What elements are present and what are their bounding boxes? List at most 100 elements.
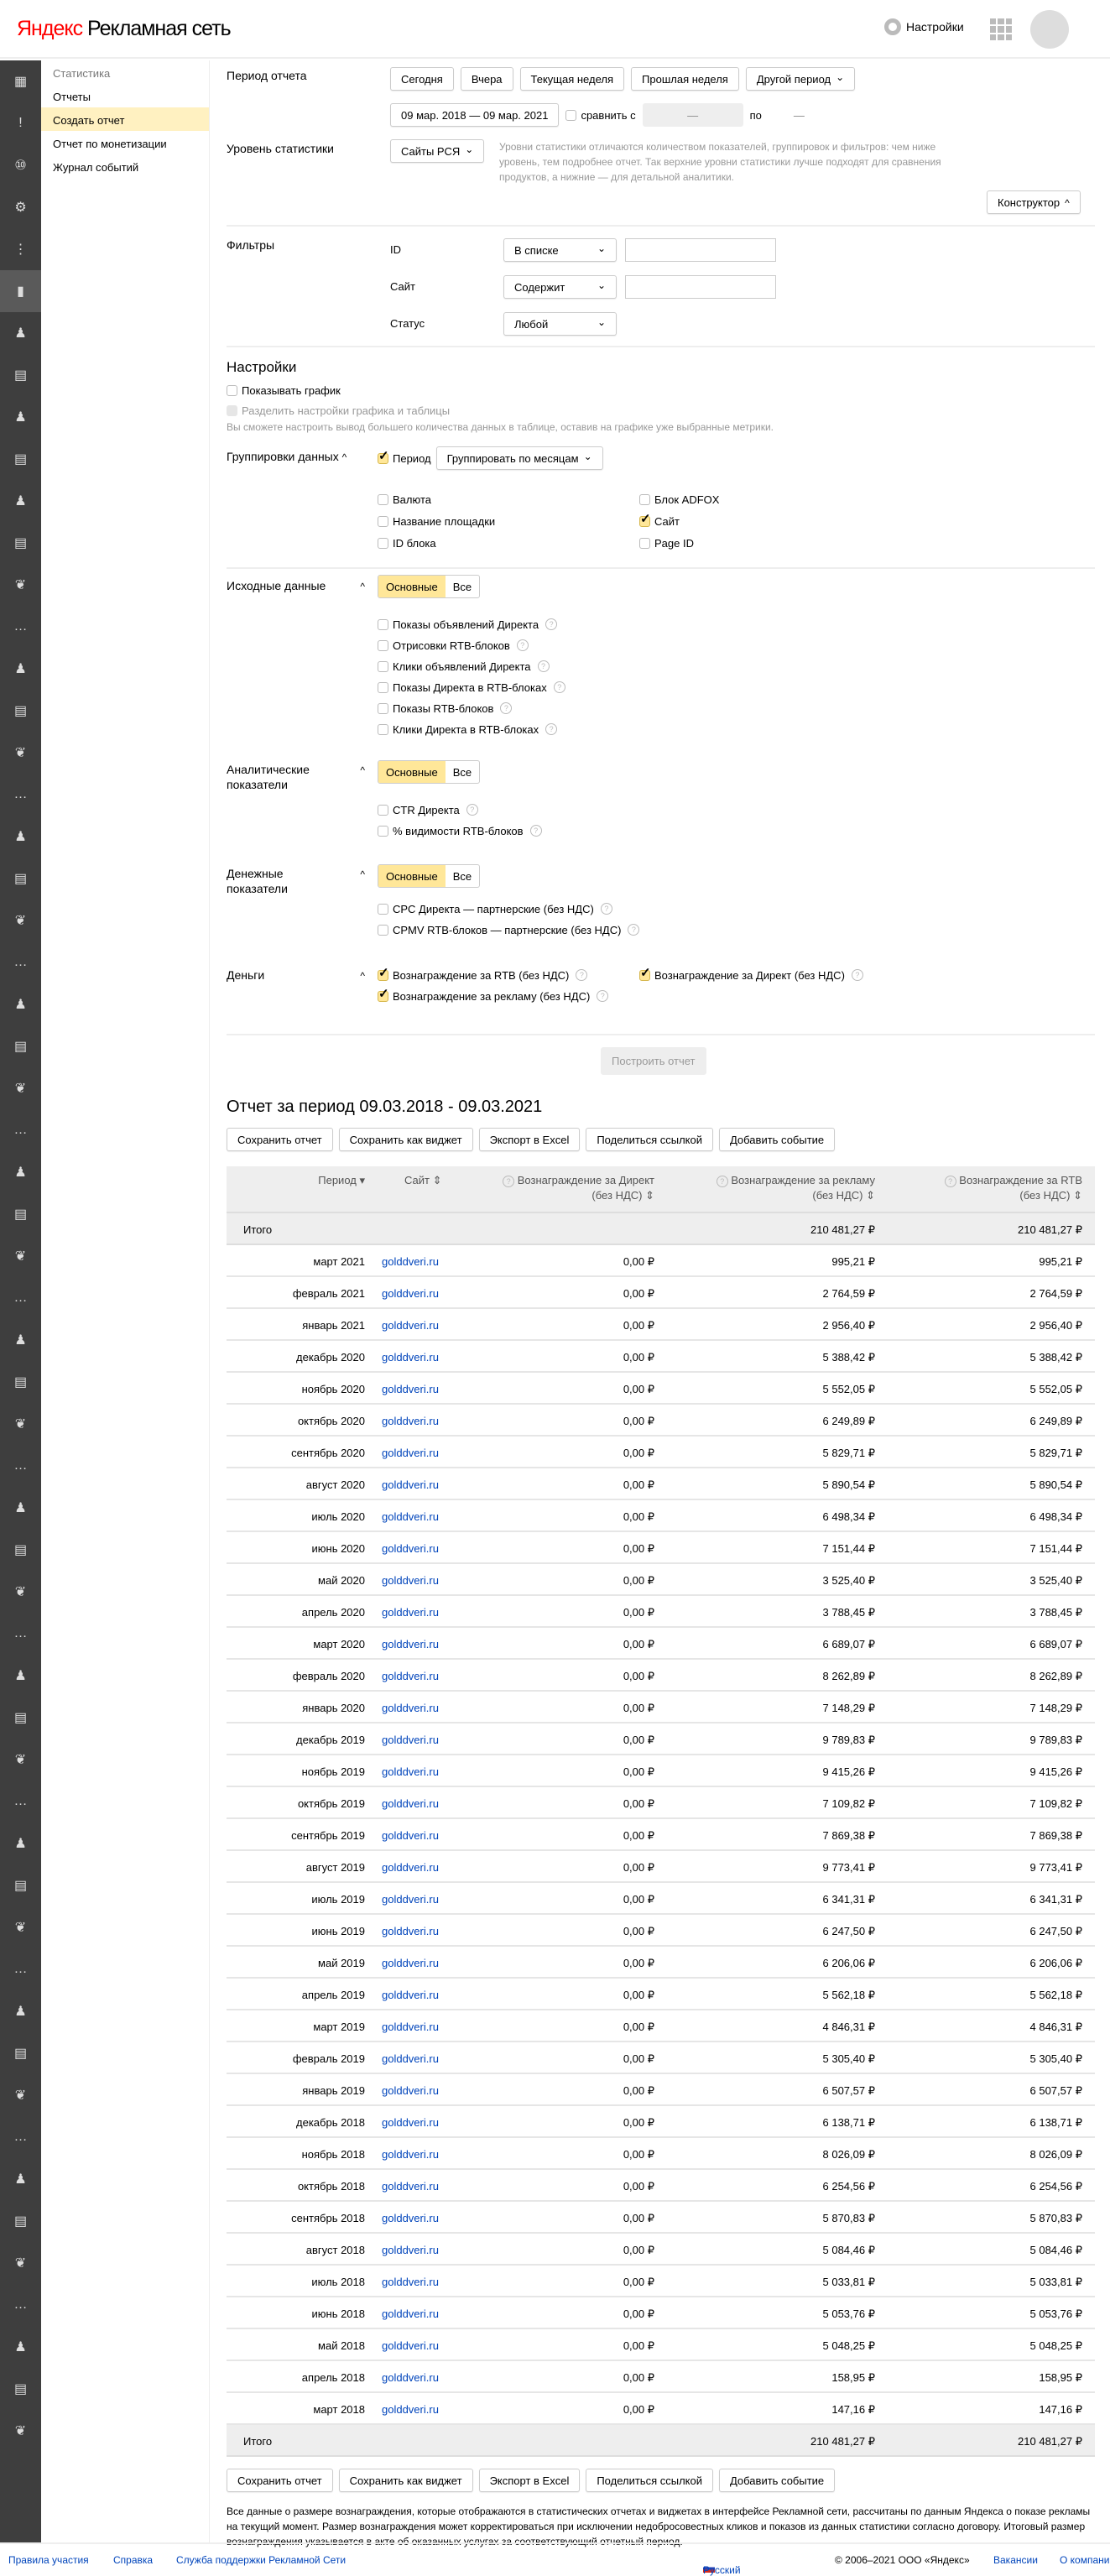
document-icon[interactable]: ▤ xyxy=(0,1361,41,1403)
analytics-main-tab[interactable]: Основные xyxy=(378,761,446,783)
analytics-metric-checkbox[interactable]: % видимости RTB-блоков? xyxy=(378,821,542,840)
leaf-icon[interactable]: ❦ xyxy=(0,1067,41,1109)
more-icon[interactable]: … xyxy=(0,1948,41,1990)
group-period-checkbox[interactable]: Период xyxy=(378,448,431,467)
leaf-icon[interactable]: ❦ xyxy=(0,1403,41,1445)
help-icon[interactable]: ? xyxy=(545,723,558,735)
group-place-name-checkbox[interactable]: Название площадки xyxy=(378,512,495,530)
source-main-tab[interactable]: Основные xyxy=(378,576,446,597)
help-icon[interactable]: ? xyxy=(944,1176,956,1187)
compare-to-field[interactable]: — xyxy=(794,109,805,122)
cell-site[interactable]: golddveri.ru xyxy=(382,1574,439,1587)
leaf-icon[interactable]: ❦ xyxy=(0,732,41,774)
save-widget-button[interactable]: Сохранить как виджет xyxy=(338,1128,473,1151)
settings-link[interactable]: Настройки xyxy=(884,18,964,35)
source-label[interactable]: Исходные данные xyxy=(227,579,365,592)
cell-site[interactable]: golddveri.ru xyxy=(382,1638,439,1650)
person-icon[interactable]: ♟ xyxy=(0,2158,41,2200)
logo[interactable]: Яндекс Рекламная сеть xyxy=(17,17,232,41)
money-metric-checkbox[interactable]: CPMV RTB-блоков — партнерские (без НДС)? xyxy=(378,920,640,939)
bulb-icon[interactable]: ! xyxy=(0,102,41,144)
footer-about-link[interactable]: О компании xyxy=(1060,2554,1110,2566)
cell-site[interactable]: golddveri.ru xyxy=(382,1542,439,1555)
period-yesterday-button[interactable]: Вчера xyxy=(460,67,513,91)
help-icon[interactable]: ? xyxy=(503,1176,515,1187)
cell-site[interactable]: golddveri.ru xyxy=(382,2148,439,2161)
document-icon[interactable]: ▤ xyxy=(0,858,41,900)
footer-rules-link[interactable]: Правила участия xyxy=(8,2554,89,2566)
cell-site[interactable]: golddveri.ru xyxy=(382,2403,439,2416)
nav-item-reports[interactable]: Отчеты xyxy=(41,84,209,107)
export-excel-button[interactable]: Экспорт в Excel xyxy=(478,1128,581,1151)
cell-site[interactable]: golddveri.ru xyxy=(382,1255,439,1268)
person-icon[interactable]: ♟ xyxy=(0,1655,41,1697)
filter-site-operator[interactable]: Содержит xyxy=(503,275,617,299)
analytics-toggle[interactable]: Основные Все xyxy=(378,760,481,784)
filter-id-input[interactable] xyxy=(625,238,776,262)
cell-site[interactable]: golddveri.ru xyxy=(382,2021,439,2033)
col-period-header[interactable]: Период ▾ xyxy=(318,1173,365,1188)
filter-status-dropdown[interactable]: Любой xyxy=(503,312,617,336)
cell-site[interactable]: golddveri.ru xyxy=(382,2307,439,2320)
cell-site[interactable]: golddveri.ru xyxy=(382,1447,439,1459)
cell-site[interactable]: golddveri.ru xyxy=(382,1765,439,1778)
build-report-button[interactable]: Построить отчет xyxy=(601,1047,706,1075)
split-icon[interactable]: ⋮ xyxy=(0,228,41,270)
show-chart-checkbox[interactable]: Показывать график xyxy=(227,381,341,399)
cell-site[interactable]: golddveri.ru xyxy=(382,1989,439,2001)
more-icon[interactable]: … xyxy=(0,1109,41,1151)
col-site-header[interactable]: Сайт ⇕ xyxy=(404,1173,442,1188)
col-rtb-header[interactable]: ? Вознаграждение за RTB (без НДС) ⇕ xyxy=(942,1173,1082,1203)
money-metrics-label[interactable]: Денежные показатели xyxy=(227,866,365,896)
money-label[interactable]: Деньги xyxy=(227,968,365,982)
more-icon[interactable]: … xyxy=(0,1781,41,1822)
document-icon[interactable]: ▤ xyxy=(0,438,41,480)
help-icon[interactable]: ? xyxy=(466,804,478,816)
leaf-icon[interactable]: ❦ xyxy=(0,564,41,606)
period-this-week-button[interactable]: Текущая неделя xyxy=(519,67,625,91)
cell-site[interactable]: golddveri.ru xyxy=(382,1702,439,1714)
group-adfox-checkbox[interactable]: Блок ADFOX xyxy=(639,490,719,508)
nav-item-events-log[interactable]: Журнал событий xyxy=(41,154,209,178)
source-all-tab[interactable]: Все xyxy=(446,576,479,597)
cell-site[interactable]: golddveri.ru xyxy=(382,2244,439,2256)
person-icon[interactable]: ♟ xyxy=(0,1151,41,1193)
period-last-week-button[interactable]: Прошлая неделя xyxy=(631,67,739,91)
cell-site[interactable]: golddveri.ru xyxy=(382,1510,439,1523)
document-icon[interactable]: ▤ xyxy=(0,1529,41,1571)
export-excel-button[interactable]: Экспорт в Excel xyxy=(478,2469,581,2492)
share-link-button[interactable]: Поделиться ссылкой xyxy=(586,1128,713,1151)
level-dropdown[interactable]: Сайты РСЯ xyxy=(390,139,485,163)
analytics-metric-checkbox[interactable]: CTR Директа? xyxy=(378,800,542,819)
leaf-icon[interactable]: ❦ xyxy=(0,2074,41,2116)
money-metrics-main-tab[interactable]: Основные xyxy=(378,865,446,887)
col-direct-header[interactable]: ? Вознаграждение за Директ (без НДС) ⇕ xyxy=(500,1173,654,1203)
person-icon[interactable]: ♟ xyxy=(0,648,41,690)
source-toggle[interactable]: Основные Все xyxy=(378,575,481,598)
help-icon[interactable]: ? xyxy=(545,618,558,630)
more-icon[interactable]: … xyxy=(0,774,41,816)
more-icon[interactable]: … xyxy=(0,1277,41,1319)
footer-help-link[interactable]: Справка xyxy=(113,2554,153,2566)
grouping-label[interactable]: Группировки данных xyxy=(227,450,347,463)
more-icon[interactable]: … xyxy=(0,606,41,648)
document-icon[interactable]: ▤ xyxy=(0,354,41,396)
cell-site[interactable]: golddveri.ru xyxy=(382,2084,439,2097)
period-other-dropdown[interactable]: Другой период xyxy=(745,67,856,91)
cell-site[interactable]: golddveri.ru xyxy=(382,1925,439,1937)
add-event-button[interactable]: Добавить событие xyxy=(718,1128,836,1151)
money-direct-checkbox[interactable]: Вознаграждение за Директ (без НДС)? xyxy=(639,965,863,984)
col-ad-header[interactable]: ? Вознаграждение за рекламу (без НДС) ⇕ xyxy=(714,1173,875,1203)
help-icon[interactable]: ? xyxy=(553,681,565,693)
person-icon[interactable]: ♟ xyxy=(0,1487,41,1529)
more-icon[interactable]: … xyxy=(0,1445,41,1487)
filter-site-input[interactable] xyxy=(625,275,776,299)
person-icon[interactable]: ♟ xyxy=(0,1822,41,1864)
group-site-checkbox[interactable]: Сайт xyxy=(639,511,719,530)
help-icon[interactable]: ? xyxy=(529,825,542,837)
money-ad-checkbox[interactable]: Вознаграждение за рекламу (без НДС)? xyxy=(378,986,609,1005)
dashboard-icon[interactable]: ▦ xyxy=(0,60,41,102)
source-metric-checkbox[interactable]: Отрисовки RTB-блоков? xyxy=(378,636,565,654)
cell-site[interactable]: golddveri.ru xyxy=(382,1415,439,1427)
cell-site[interactable]: golddveri.ru xyxy=(382,1287,439,1300)
